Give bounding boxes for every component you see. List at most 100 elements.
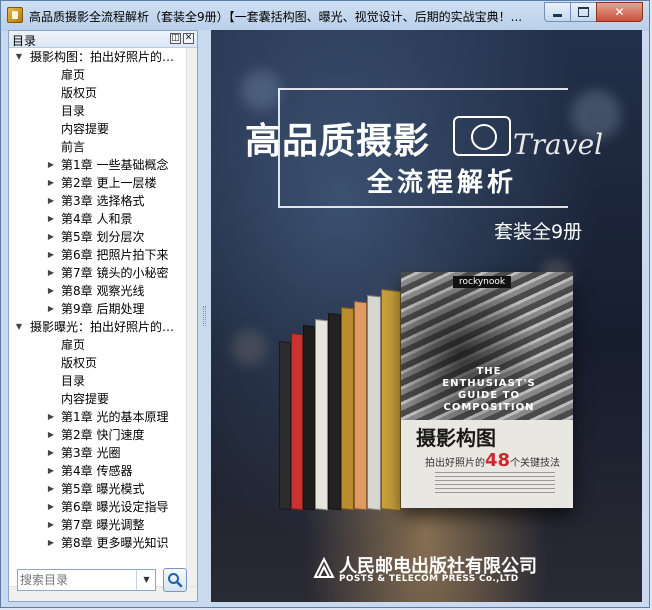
collapsed-arrow-icon[interactable]: ▶ bbox=[45, 408, 57, 426]
toc-item[interactable]: ▶ 第6章 曝光设定指导 bbox=[9, 498, 186, 516]
collapsed-arrow-icon[interactable]: ▶ bbox=[45, 534, 57, 552]
collapsed-arrow-icon[interactable]: ▶ bbox=[45, 174, 57, 192]
collapsed-arrow-icon[interactable]: ▶ bbox=[45, 156, 57, 174]
collapsed-arrow-icon[interactable]: ▶ bbox=[45, 516, 57, 534]
collapsed-arrow-icon[interactable]: ▶ bbox=[45, 282, 57, 300]
toc-item[interactable]: 扉页 bbox=[9, 336, 186, 354]
toc-item-label: 第5章 划分层次 bbox=[61, 230, 145, 244]
toc-item[interactable]: 内容提要 bbox=[9, 120, 186, 138]
toc-item[interactable]: 前言 bbox=[9, 138, 186, 156]
collapsed-arrow-icon[interactable]: ▶ bbox=[45, 210, 57, 228]
toc-item-label: 第1章 一些基础概念 bbox=[61, 158, 169, 172]
collapsed-arrow-icon[interactable]: ▶ bbox=[45, 462, 57, 480]
front-book-tagline: 拍出好照片的48个关键技法 bbox=[425, 450, 560, 471]
toc-item[interactable]: ▶ 第5章 划分层次 bbox=[9, 228, 186, 246]
toc-search-box[interactable]: ▼ bbox=[17, 569, 156, 591]
toc-item-label: 第4章 传感器 bbox=[61, 464, 133, 478]
title-bar[interactable]: 高品质摄影全流程解析（套装全9册）【一套囊括构图、曝光、视觉设计、后期的实战宝典… bbox=[1, 1, 649, 31]
book-spine bbox=[291, 333, 303, 511]
collapsed-arrow-icon[interactable]: ▶ bbox=[45, 192, 57, 210]
book-spine bbox=[279, 341, 291, 511]
expanded-arrow-icon[interactable]: ▼ bbox=[13, 48, 25, 66]
camera-icon bbox=[453, 116, 511, 156]
book-spine bbox=[367, 295, 381, 511]
toc-item[interactable]: ▶ 第8章 观察光线 bbox=[9, 282, 186, 300]
toc-item[interactable]: ▶ 第2章 快门速度 bbox=[9, 426, 186, 444]
float-panel-icon[interactable]: ◫ bbox=[170, 33, 181, 44]
collapsed-arrow-icon[interactable]: ▶ bbox=[45, 444, 57, 462]
toc-item-label: 第6章 把照片拍下来 bbox=[61, 248, 169, 262]
search-dropdown-icon[interactable]: ▼ bbox=[136, 570, 156, 590]
toc-item[interactable]: ▶ 第3章 选择格式 bbox=[9, 192, 186, 210]
toc-item-label: 版权页 bbox=[61, 356, 98, 370]
collapsed-arrow-icon[interactable]: ▶ bbox=[45, 426, 57, 444]
toc-item[interactable]: ▶ 第4章 人和景 bbox=[9, 210, 186, 228]
collapsed-arrow-icon[interactable]: ▶ bbox=[45, 300, 57, 318]
close-button[interactable]: ✕ bbox=[596, 2, 643, 22]
toc-item[interactable]: ▶ 第1章 一些基础概念 bbox=[9, 156, 186, 174]
book-spine bbox=[328, 313, 341, 511]
collapsed-arrow-icon[interactable]: ▶ bbox=[45, 228, 57, 246]
toc-search-input[interactable] bbox=[20, 572, 134, 588]
toc-item[interactable]: ▶ 第6章 把照片拍下来 bbox=[9, 246, 186, 264]
toc-item[interactable]: 扉页 bbox=[9, 66, 186, 84]
toc-item-label: 版权页 bbox=[61, 86, 98, 100]
book-app-icon bbox=[7, 7, 23, 23]
toc-item[interactable]: 版权页 bbox=[9, 354, 186, 372]
toc-item[interactable]: 版权页 bbox=[9, 84, 186, 102]
toc-item-label: 内容提要 bbox=[61, 392, 110, 406]
toc-item-label: 第4章 人和景 bbox=[61, 212, 133, 226]
toc-item[interactable]: ▶ 第9章 后期处理 bbox=[9, 300, 186, 318]
search-button[interactable] bbox=[163, 568, 187, 592]
toc-item-label: 第7章 曝光调整 bbox=[61, 518, 145, 532]
minimize-icon bbox=[553, 13, 562, 17]
toc-item-label: 第5章 曝光模式 bbox=[61, 482, 145, 496]
cover-set-label: 套装全9册 bbox=[494, 221, 583, 243]
toc-item[interactable]: ▶ 第7章 曝光调整 bbox=[9, 516, 186, 534]
toc-item[interactable]: 目录 bbox=[9, 372, 186, 390]
toc-book-node[interactable]: ▼ 摄影曝光：拍出好照片的… bbox=[9, 318, 186, 336]
panel-splitter[interactable] bbox=[198, 30, 211, 602]
vertical-scrollbar[interactable] bbox=[186, 48, 197, 586]
close-panel-icon[interactable]: ✕ bbox=[183, 33, 194, 44]
toc-tree[interactable]: ▼ 摄影构图：拍出好照片的… 扉页 版权页 目录 内容提要 前言 ▶ 第1章 一些基础概念 ▶ 第2… bbox=[9, 48, 186, 586]
search-icon bbox=[168, 573, 183, 588]
maximize-icon bbox=[578, 7, 589, 17]
toc-item[interactable]: ▶ 第8章 更多曝光知识 bbox=[9, 534, 186, 552]
collapsed-arrow-icon[interactable]: ▶ bbox=[45, 480, 57, 498]
toc-book-node[interactable]: ▼ 摄影构图：拍出好照片的… bbox=[9, 48, 186, 66]
toc-item[interactable]: ▶ 第7章 镜头的小秘密 bbox=[9, 264, 186, 282]
cover-script-text: Travel bbox=[513, 128, 604, 161]
toc-item-label: 第7章 镜头的小秘密 bbox=[61, 266, 169, 280]
toc-item[interactable]: ▶ 第3章 光圈 bbox=[9, 444, 186, 462]
toc-item-label: 第8章 更多曝光知识 bbox=[61, 536, 169, 550]
toc-item[interactable]: ▶ 第1章 光的基本原理 bbox=[9, 408, 186, 426]
toc-item-label: 目录 bbox=[61, 374, 86, 388]
toc-item-label: 第3章 选择格式 bbox=[61, 194, 145, 208]
tagline-prefix: 拍出好照片的 bbox=[425, 458, 485, 469]
book-spine bbox=[381, 289, 401, 512]
toc-item[interactable]: ▶ 第2章 更上一层楼 bbox=[9, 174, 186, 192]
toc-item[interactable]: ▶ 第4章 传感器 bbox=[9, 462, 186, 480]
toc-item[interactable]: 内容提要 bbox=[9, 390, 186, 408]
toc-item[interactable]: 目录 bbox=[9, 102, 186, 120]
collapsed-arrow-icon[interactable]: ▶ bbox=[45, 498, 57, 516]
toc-item-label: 第2章 更上一层楼 bbox=[61, 176, 157, 190]
collapsed-arrow-icon[interactable]: ▶ bbox=[45, 264, 57, 282]
toc-item[interactable]: ▶ 第5章 曝光模式 bbox=[9, 480, 186, 498]
document-view[interactable]: 高品质摄影 Travel 全流程解析 套装全9册 rockynook THE E… bbox=[211, 30, 642, 602]
cover-title: 高品质摄影 bbox=[245, 121, 431, 162]
front-book-english-title: THE ENTHUSIAST'S GUIDE TO COMPOSITION bbox=[442, 366, 536, 413]
book-spine bbox=[341, 307, 354, 511]
minimize-button[interactable] bbox=[544, 2, 571, 22]
toc-item-label: 摄影构图：拍出好照片的… bbox=[30, 50, 175, 64]
collapsed-arrow-icon[interactable]: ▶ bbox=[45, 246, 57, 264]
splitter-grip-icon bbox=[203, 306, 206, 326]
expanded-arrow-icon[interactable]: ▼ bbox=[13, 318, 25, 336]
toc-item-label: 前言 bbox=[61, 140, 86, 154]
maximize-button[interactable] bbox=[570, 2, 597, 22]
toc-panel-title: 目录 bbox=[12, 34, 37, 48]
toc-item-label: 第6章 曝光设定指导 bbox=[61, 500, 169, 514]
toc-item-label: 第3章 光圈 bbox=[61, 446, 121, 460]
tagline-number: 48 bbox=[485, 450, 511, 471]
